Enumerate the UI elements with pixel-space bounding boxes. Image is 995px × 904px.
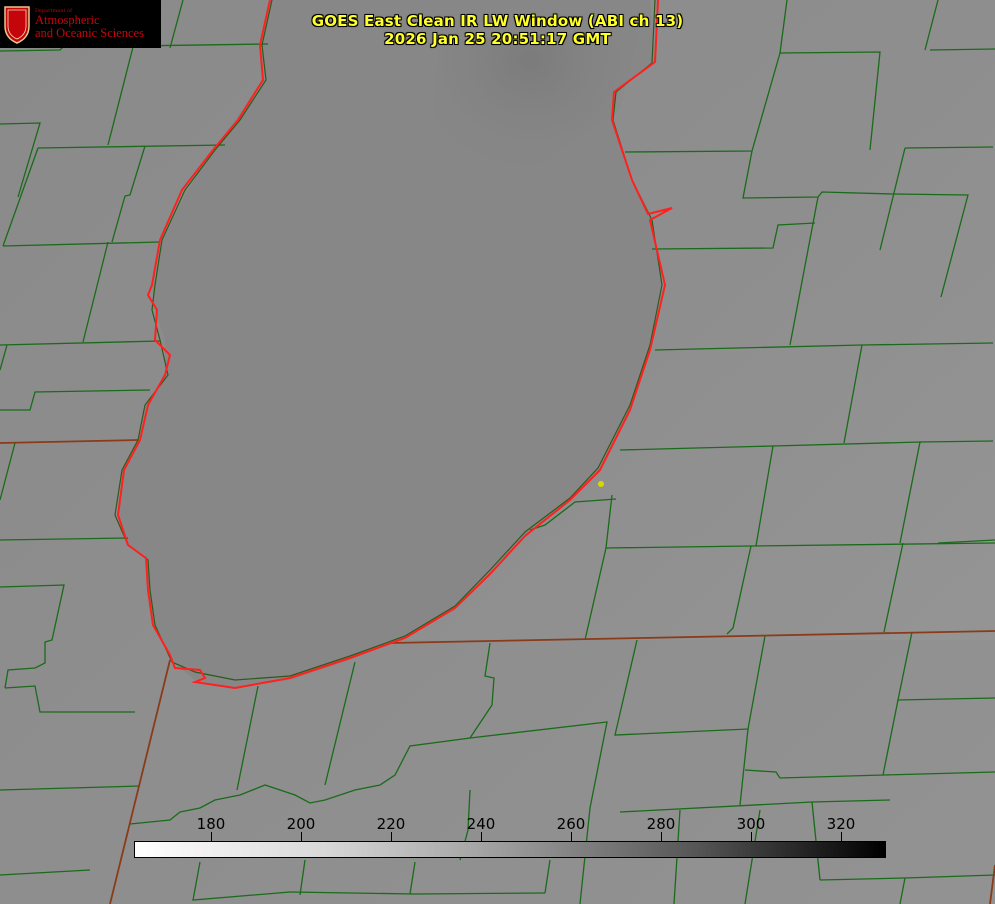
colorbar-tick-label: 220 — [376, 815, 406, 833]
image-timestamp: 2026 Jan 25 20:51:17 GMT — [384, 30, 611, 48]
temperature-colorbar — [134, 841, 886, 858]
colorbar-tick — [481, 832, 482, 841]
colorbar-tick — [571, 832, 572, 841]
colorbar-tick — [661, 832, 662, 841]
colorbar-tick-label: 200 — [286, 815, 316, 833]
colorbar-tick-label: 320 — [826, 815, 856, 833]
colorbar-tick-label: 300 — [736, 815, 766, 833]
colorbar-tick — [841, 832, 842, 841]
image-title: GOES East Clean IR LW Window (ABI ch 13) — [311, 12, 684, 30]
colorbar-tick — [391, 832, 392, 841]
colorbar-tick — [751, 832, 752, 841]
colorbar-tick-label: 180 — [196, 815, 226, 833]
location-marker — [598, 481, 604, 487]
colorbar-tick — [301, 832, 302, 841]
ir-land-lower — [0, 640, 995, 904]
colorbar-tick-label: 280 — [646, 815, 676, 833]
colorbar-tick — [211, 832, 212, 841]
colorbar-tick-label: 240 — [466, 815, 496, 833]
satellite-map — [0, 0, 995, 904]
colorbar-tick-label: 260 — [556, 815, 586, 833]
